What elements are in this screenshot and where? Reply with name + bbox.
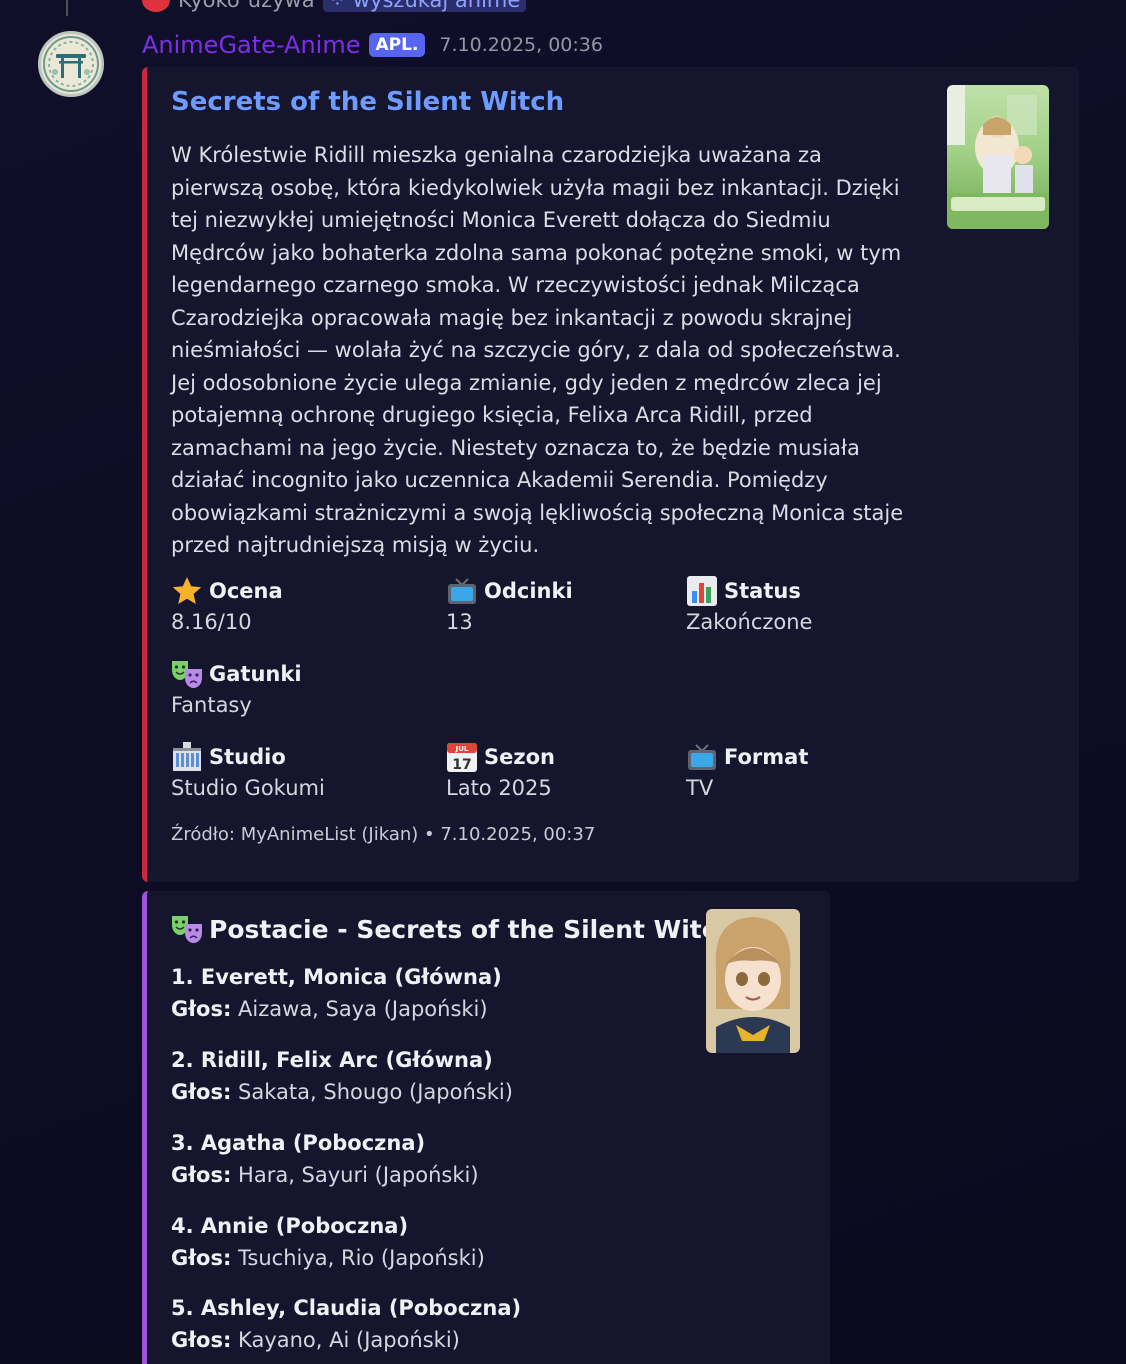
voice-label: Głos:	[171, 997, 232, 1021]
message-timestamp[interactable]: 7.10.2025, 00:36	[439, 34, 603, 56]
character-voice: Głos: Tsuchiya, Rio (Japoński)	[171, 1246, 485, 1270]
tv-icon	[686, 741, 718, 773]
field-name-studio: Studio	[209, 745, 286, 769]
theater-masks-icon	[171, 658, 203, 690]
embed-title[interactable]: Secrets of the Silent Witch	[171, 87, 564, 117]
field-name-format: Format	[724, 745, 809, 769]
characters-title-text: Postacie - Secrets of the Silent Witch	[209, 914, 735, 944]
character-entry: 3. Agatha (Poboczna) Głos: Hara, Sayuri …	[171, 1131, 479, 1187]
character-thumbnail[interactable]	[706, 909, 800, 1053]
character-entry: 4. Annie (Poboczna) Głos: Tsuchiya, Rio …	[171, 1214, 485, 1270]
voice-actor: Aizawa, Saya (Japoński)	[238, 997, 488, 1021]
character-portrait-image	[706, 909, 800, 1053]
voice-label: Głos:	[171, 1163, 232, 1187]
field-value-genres: Fantasy	[171, 693, 252, 717]
field-value-episodes: 13	[446, 610, 473, 634]
field-name-status: Status	[724, 579, 801, 603]
field-rating: Ocena 8.16/10	[171, 574, 283, 634]
command-name: wyszukaj anime	[352, 0, 521, 12]
field-status: Status Zakończone	[686, 574, 812, 634]
character-entry: 1. Everett, Monica (Główna) Głos: Aizawa…	[171, 965, 502, 1021]
anime-cover-image	[947, 85, 1049, 229]
voice-label: Głos:	[171, 1246, 232, 1270]
torii-gate-icon	[43, 36, 99, 92]
voice-label: Głos:	[171, 1080, 232, 1104]
voice-label: Głos:	[171, 1328, 232, 1352]
voice-actor: Tsuchiya, Rio (Japoński)	[238, 1246, 485, 1270]
characters-embed-title: Postacie - Secrets of the Silent Witch	[171, 913, 734, 945]
field-value-status: Zakończone	[686, 610, 813, 634]
building-icon	[171, 741, 203, 773]
field-episodes: Odcinki 13	[446, 574, 573, 634]
character-entry: 5. Ashley, Claudia (Poboczna) Głos: Kaya…	[171, 1296, 521, 1352]
reply-username[interactable]: Kyoko	[178, 0, 240, 12]
character-entry: 2. Ridill, Felix Arc (Główna) Głos: Saka…	[171, 1048, 513, 1104]
character-name: 3. Agatha (Poboczna)	[171, 1131, 426, 1155]
field-value-rating: 8.16/10	[171, 610, 252, 634]
character-voice: Głos: Kayano, Ai (Japoński)	[171, 1328, 521, 1352]
field-name-rating: Ocena	[209, 579, 283, 603]
discord-message-view: Kyoko używa ⁘ wyszukaj anime AnimeGate-A…	[0, 0, 1126, 1364]
calendar-icon: JUL 17	[446, 741, 478, 773]
field-value-season: Lato 2025	[446, 776, 552, 800]
anime-cover-thumbnail[interactable]	[947, 85, 1049, 229]
field-name-episodes: Odcinki	[484, 579, 573, 603]
voice-actor: Kayano, Ai (Japoński)	[238, 1328, 460, 1352]
field-format: Format TV	[686, 740, 808, 800]
bot-username[interactable]: AnimeGate-Anime	[142, 31, 361, 59]
field-value-format: TV	[686, 776, 714, 800]
reply-user-avatar[interactable]	[142, 0, 170, 12]
character-name: 2. Ridill, Felix Arc (Główna)	[171, 1048, 493, 1072]
character-name: 4. Annie (Poboczna)	[171, 1214, 409, 1238]
embed-description: W Królestwie Ridill mieszka genialna cza…	[171, 143, 904, 557]
command-usage-line[interactable]: Kyoko używa ⁘ wyszukaj anime	[142, 0, 527, 12]
calendar-day: 17	[452, 757, 471, 773]
command-icon: ⁘	[328, 0, 353, 12]
tv-icon	[446, 575, 478, 607]
bot-avatar[interactable]	[38, 31, 104, 97]
message-header: AnimeGate-Anime APL. 7.10.2025, 00:36	[142, 28, 603, 62]
characters-embed: Postacie - Secrets of the Silent Witch 1…	[142, 891, 830, 1364]
reply-verb: używa	[247, 0, 315, 12]
character-name: 1. Everett, Monica (Główna)	[171, 965, 502, 989]
voice-actor: Hara, Sayuri (Japoński)	[238, 1163, 479, 1187]
field-studio: Studio Studio Gokumi	[171, 740, 325, 800]
character-voice: Głos: Hara, Sayuri (Japoński)	[171, 1163, 479, 1187]
field-season: JUL 17 Sezon Lato 2025	[446, 740, 555, 800]
star-icon	[171, 575, 203, 607]
embed-footer: Źródło: MyAnimeList (Jikan) • 7.10.2025,…	[171, 824, 596, 845]
character-voice: Głos: Sakata, Shougo (Japoński)	[171, 1080, 513, 1104]
reply-connector-line	[66, 0, 72, 16]
app-badge: APL.	[368, 33, 426, 57]
voice-actor: Sakata, Shougo (Japoński)	[238, 1080, 513, 1104]
field-value-studio: Studio Gokumi	[171, 776, 325, 800]
character-voice: Głos: Aizawa, Saya (Japoński)	[171, 997, 502, 1021]
anime-embed: Secrets of the Silent Witch W Królestwie…	[142, 67, 1079, 882]
character-name: 5. Ashley, Claudia (Poboczna)	[171, 1296, 522, 1320]
field-name-season: Sezon	[484, 745, 555, 769]
calendar-month: JUL	[455, 745, 469, 753]
theater-masks-icon	[171, 913, 203, 945]
field-name-genres: Gatunki	[209, 662, 302, 686]
field-genres: Gatunki Fantasy	[171, 657, 302, 717]
bar-chart-icon	[686, 575, 718, 607]
command-chip[interactable]: ⁘ wyszukaj anime	[322, 0, 527, 12]
